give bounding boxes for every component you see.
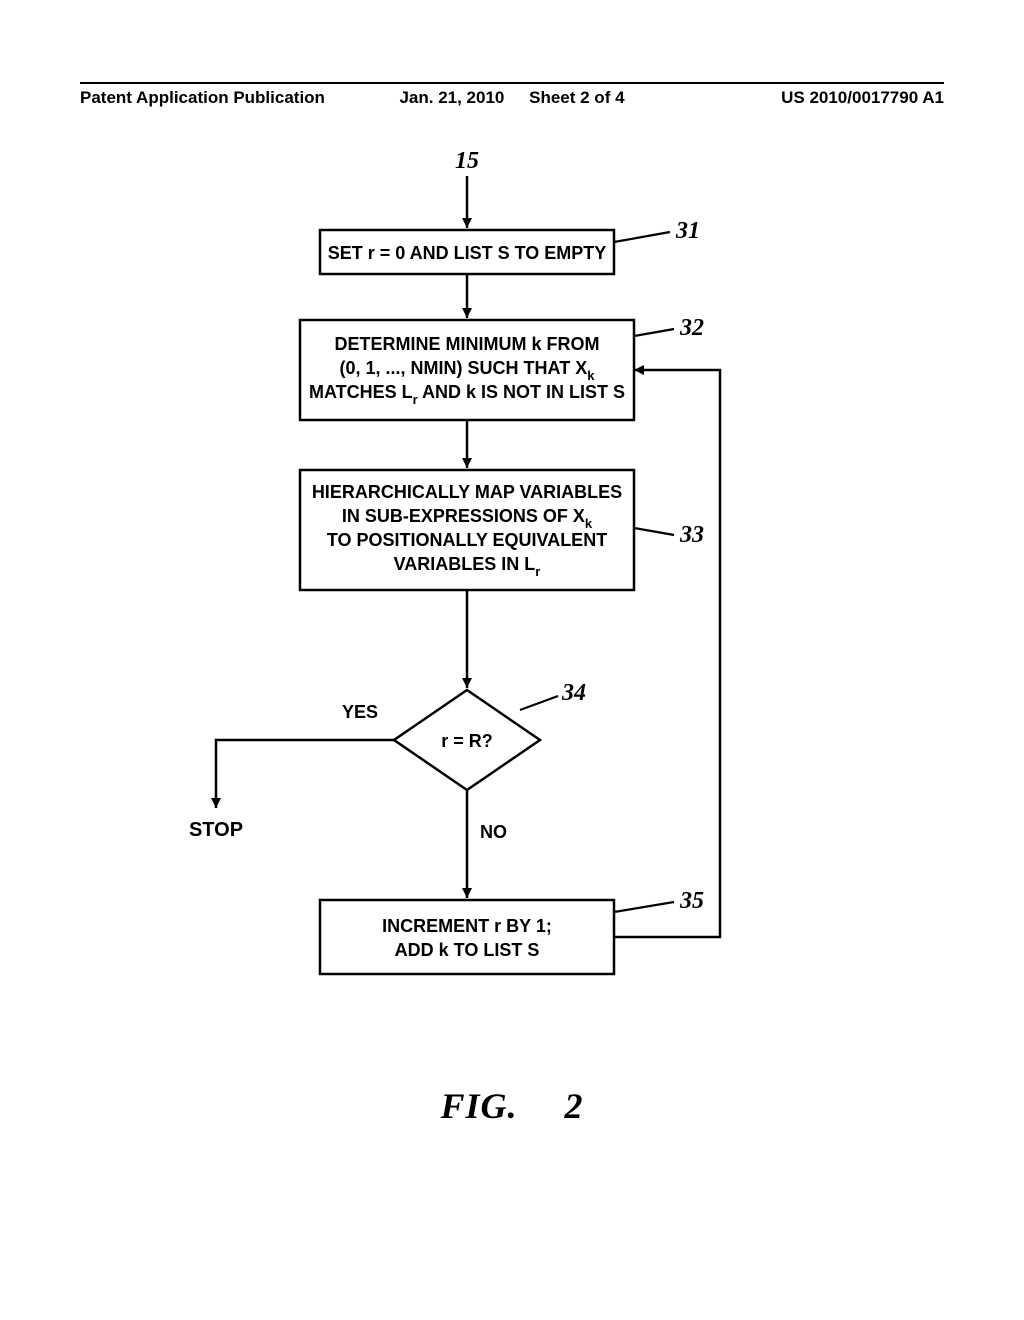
box-33-line4: VARIABLES IN Lr [394, 554, 541, 579]
leader-35 [614, 902, 674, 912]
arrow-yes [216, 740, 394, 808]
ref-32: 32 [679, 315, 704, 341]
header-date: Jan. 21, 2010 [399, 88, 504, 108]
box-33-line1: HIERARCHICALLY MAP VARIABLES [312, 482, 622, 502]
decision-yes-label: YES [342, 702, 378, 722]
flowchart: 15 SET r = 0 AND LIST S TO EMPTY 31 DETE… [0, 140, 1024, 1140]
box-35-line2: ADD k TO LIST S [395, 940, 540, 960]
decision-34-text: r = R? [441, 731, 493, 751]
box-35 [320, 900, 614, 974]
stop-label: STOP [189, 819, 243, 841]
header-sheet: Sheet 2 of 4 [529, 88, 624, 108]
arrow-feedback [614, 370, 720, 937]
box-35-line1: INCREMENT r BY 1; [382, 916, 552, 936]
box-31-text: SET r = 0 AND LIST S TO EMPTY [328, 243, 607, 263]
page-header: Patent Application Publication Jan. 21, … [0, 82, 1024, 108]
leader-34 [520, 696, 558, 710]
leader-32 [634, 329, 674, 336]
ref-33: 33 [679, 522, 704, 548]
box-32-line1: DETERMINE MINIMUM k FROM [335, 334, 600, 354]
box-32-line3: MATCHES Lr AND k IS NOT IN LIST S [309, 382, 625, 407]
figure-caption: FIG. 2 [0, 1085, 1024, 1127]
decision-no-label: NO [480, 822, 507, 842]
entry-ref-label: 15 [455, 148, 479, 174]
box-33-line2: IN SUB-EXPRESSIONS OF Xk [342, 506, 593, 531]
box-33-line3: TO POSITIONALLY EQUIVALENT [327, 530, 607, 550]
leader-31 [614, 232, 670, 242]
ref-35: 35 [679, 888, 704, 914]
ref-34: 34 [561, 680, 586, 706]
leader-33 [634, 528, 674, 535]
box-32-line2: (0, 1, ..., NMIN) SUCH THAT Xk [340, 358, 596, 383]
ref-31: 31 [675, 218, 700, 244]
